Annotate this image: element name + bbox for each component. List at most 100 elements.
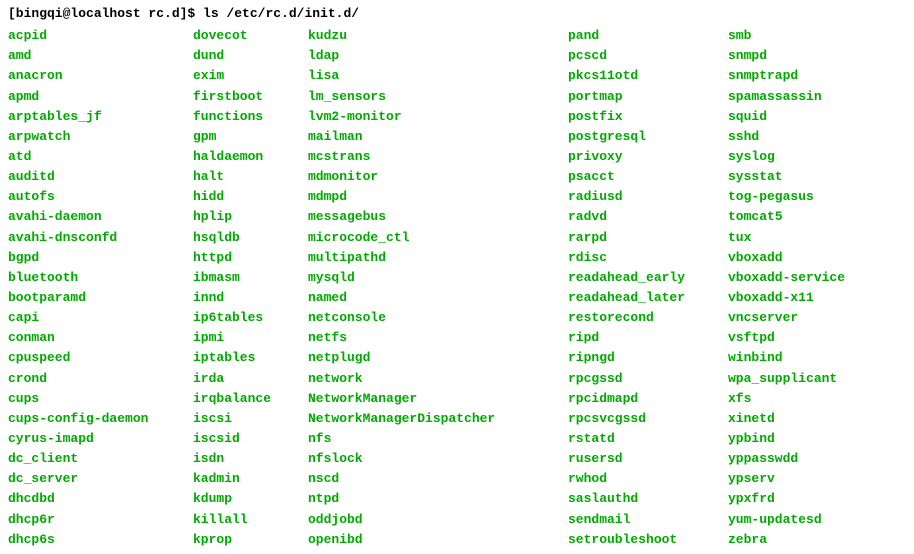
listing-entry: openibd bbox=[308, 530, 568, 550]
listing-entry: kprop bbox=[193, 530, 308, 550]
listing-entry: haldaemon bbox=[193, 147, 308, 167]
listing-entry: vboxadd-x11 bbox=[728, 288, 845, 308]
listing-entry: radiusd bbox=[568, 187, 728, 207]
listing-entry: restorecond bbox=[568, 308, 728, 328]
listing-entry: nscd bbox=[308, 469, 568, 489]
listing-entry: postgresql bbox=[568, 127, 728, 147]
listing-entry: tomcat5 bbox=[728, 207, 845, 227]
listing-entry: ripngd bbox=[568, 348, 728, 368]
listing-entry: pkcs11otd bbox=[568, 66, 728, 86]
listing-entry: sendmail bbox=[568, 510, 728, 530]
listing-entry: kadmin bbox=[193, 469, 308, 489]
listing-entry: ypserv bbox=[728, 469, 845, 489]
listing-entry: arpwatch bbox=[8, 127, 193, 147]
listing-entry: amd bbox=[8, 46, 193, 66]
listing-entry: setroubleshoot bbox=[568, 530, 728, 550]
listing-entry: dhcp6r bbox=[8, 510, 193, 530]
listing-entry: microcode_ctl bbox=[308, 228, 568, 248]
listing-entry: xfs bbox=[728, 389, 845, 409]
listing-entry: NetworkManager bbox=[308, 389, 568, 409]
listing-entry: dund bbox=[193, 46, 308, 66]
listing-entry: mdmpd bbox=[308, 187, 568, 207]
listing-entry: mdmonitor bbox=[308, 167, 568, 187]
listing-column-3: kudzuldaplisalm_sensorslvm2-monitormailm… bbox=[308, 26, 568, 550]
prompt-command: ls /etc/rc.d/init.d/ bbox=[203, 6, 359, 21]
listing-entry: avahi-dnsconfd bbox=[8, 228, 193, 248]
listing-entry: crond bbox=[8, 369, 193, 389]
listing-entry: hplip bbox=[193, 207, 308, 227]
listing-entry: radvd bbox=[568, 207, 728, 227]
listing-entry: saslauthd bbox=[568, 489, 728, 509]
listing-entry: vboxadd bbox=[728, 248, 845, 268]
listing-entry: bgpd bbox=[8, 248, 193, 268]
listing-entry: zebra bbox=[728, 530, 845, 550]
listing-entry: squid bbox=[728, 107, 845, 127]
listing-entry: httpd bbox=[193, 248, 308, 268]
listing-entry: dc_client bbox=[8, 449, 193, 469]
listing-entry: auditd bbox=[8, 167, 193, 187]
listing-entry: psacct bbox=[568, 167, 728, 187]
listing-entry: cups-config-daemon bbox=[8, 409, 193, 429]
listing-entry: mcstrans bbox=[308, 147, 568, 167]
listing-entry: snmpd bbox=[728, 46, 845, 66]
listing-entry: NetworkManagerDispatcher bbox=[308, 409, 568, 429]
listing-entry: oddjobd bbox=[308, 510, 568, 530]
listing-entry: netconsole bbox=[308, 308, 568, 328]
listing-entry: rpcgssd bbox=[568, 369, 728, 389]
listing-entry: ypxfrd bbox=[728, 489, 845, 509]
prompt-user-host: [bingqi@localhost rc.d]$ bbox=[8, 6, 195, 21]
listing-entry: iptables bbox=[193, 348, 308, 368]
listing-entry: smb bbox=[728, 26, 845, 46]
listing-entry: netplugd bbox=[308, 348, 568, 368]
listing-entry: acpid bbox=[8, 26, 193, 46]
listing-entry: spamassassin bbox=[728, 87, 845, 107]
listing-entry: named bbox=[308, 288, 568, 308]
listing-entry: sysstat bbox=[728, 167, 845, 187]
listing-entry: rdisc bbox=[568, 248, 728, 268]
listing-entry: ibmasm bbox=[193, 268, 308, 288]
listing-entry: dhcdbd bbox=[8, 489, 193, 509]
listing-entry: dhcp6s bbox=[8, 530, 193, 550]
listing-entry: rarpd bbox=[568, 228, 728, 248]
listing-entry: hsqldb bbox=[193, 228, 308, 248]
listing-entry: pcscd bbox=[568, 46, 728, 66]
listing-entry: multipathd bbox=[308, 248, 568, 268]
listing-entry: ripd bbox=[568, 328, 728, 348]
listing-entry: sshd bbox=[728, 127, 845, 147]
directory-listing: acpidamdanacronapmdarptables_jfarpwatcha… bbox=[8, 26, 906, 550]
listing-entry: rusersd bbox=[568, 449, 728, 469]
listing-entry: postfix bbox=[568, 107, 728, 127]
listing-entry: tog-pegasus bbox=[728, 187, 845, 207]
listing-entry: atd bbox=[8, 147, 193, 167]
listing-entry: kdump bbox=[193, 489, 308, 509]
listing-entry: vncserver bbox=[728, 308, 845, 328]
listing-entry: dovecot bbox=[193, 26, 308, 46]
listing-entry: nfs bbox=[308, 429, 568, 449]
listing-entry: isdn bbox=[193, 449, 308, 469]
listing-entry: xinetd bbox=[728, 409, 845, 429]
listing-column-4: pandpcscdpkcs11otdportmappostfixpostgres… bbox=[568, 26, 728, 550]
listing-entry: avahi-daemon bbox=[8, 207, 193, 227]
listing-entry: vsftpd bbox=[728, 328, 845, 348]
listing-entry: iscsid bbox=[193, 429, 308, 449]
listing-entry: kudzu bbox=[308, 26, 568, 46]
listing-entry: netfs bbox=[308, 328, 568, 348]
listing-entry: halt bbox=[193, 167, 308, 187]
listing-entry: gpm bbox=[193, 127, 308, 147]
listing-column-5: smbsnmpdsnmptrapdspamassassinsquidsshdsy… bbox=[728, 26, 845, 550]
listing-entry: arptables_jf bbox=[8, 107, 193, 127]
listing-entry: messagebus bbox=[308, 207, 568, 227]
listing-entry: winbind bbox=[728, 348, 845, 368]
listing-entry: privoxy bbox=[568, 147, 728, 167]
listing-entry: network bbox=[308, 369, 568, 389]
listing-entry: killall bbox=[193, 510, 308, 530]
listing-entry: conman bbox=[8, 328, 193, 348]
listing-entry: ldap bbox=[308, 46, 568, 66]
listing-entry: exim bbox=[193, 66, 308, 86]
listing-entry: firstboot bbox=[193, 87, 308, 107]
listing-entry: yppasswdd bbox=[728, 449, 845, 469]
listing-entry: dc_server bbox=[8, 469, 193, 489]
listing-entry: hidd bbox=[193, 187, 308, 207]
listing-entry: ypbind bbox=[728, 429, 845, 449]
listing-entry: nfslock bbox=[308, 449, 568, 469]
